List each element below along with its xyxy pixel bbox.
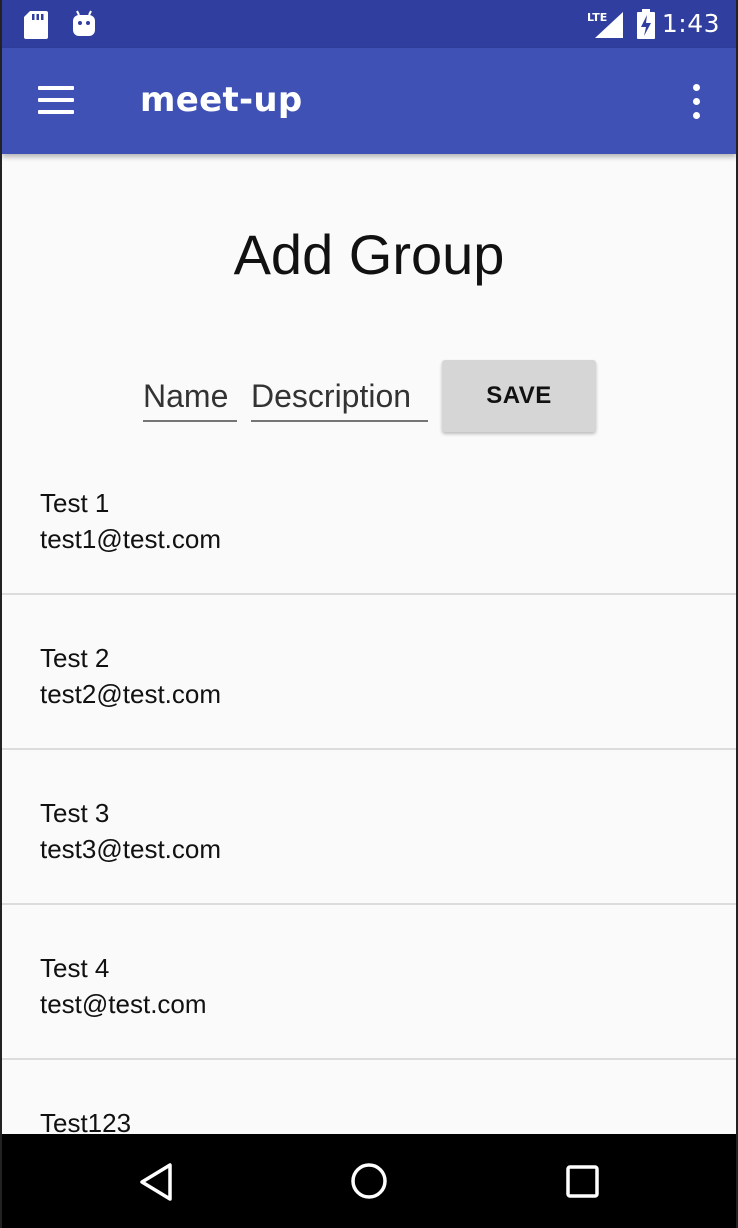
android-icon: [70, 10, 98, 42]
app-bar: meet-up: [2, 48, 736, 154]
sd-card-icon: [24, 11, 48, 43]
status-bar: LTE 1:43: [2, 0, 736, 48]
list-item[interactable]: Test 1 test1@test.com: [2, 440, 736, 595]
item-email: test3@test.com: [40, 834, 222, 864]
add-group-form: SAVE: [2, 360, 736, 432]
name-input[interactable]: [143, 374, 237, 418]
item-name: Test 4: [40, 953, 110, 983]
status-time: 1:43: [661, 9, 720, 38]
item-email: test@test.com: [40, 989, 207, 1019]
item-name: Test 3: [40, 798, 110, 828]
item-name: Test 1: [40, 488, 110, 518]
back-icon[interactable]: [126, 1154, 186, 1208]
item-name: Test 2: [40, 643, 110, 673]
list-item[interactable]: Test 3 test3@test.com: [2, 750, 736, 905]
item-email: test2@test.com: [40, 679, 222, 709]
lte-signal-icon: LTE: [585, 10, 625, 44]
app-screen: LTE 1:43 meet-up Add Group Name Descript…: [2, 0, 736, 1228]
battery-charging-icon: [636, 9, 656, 43]
more-vert-icon[interactable]: [676, 78, 716, 128]
description-input[interactable]: [251, 374, 428, 418]
home-icon[interactable]: [339, 1154, 399, 1208]
list-item[interactable]: Test 4 test@test.com: [2, 905, 736, 1060]
hamburger-menu-icon[interactable]: [24, 75, 86, 129]
network-type: LTE: [587, 11, 607, 24]
list-item[interactable]: Test 2 test2@test.com: [2, 595, 736, 750]
system-nav-bar: [2, 1134, 736, 1228]
app-title: meet-up: [140, 80, 303, 120]
save-button[interactable]: SAVE: [442, 360, 596, 432]
group-member-list: Test 1 test1@test.com Test 2 test2@test.…: [2, 440, 736, 1215]
description-field: [251, 374, 428, 422]
name-field: [143, 374, 237, 422]
recents-icon[interactable]: [552, 1154, 612, 1208]
page-title: Add Group: [233, 223, 505, 286]
main-content: Add Group SAVE Test 1 test1@test.com Tes…: [2, 154, 736, 1215]
item-email: test1@test.com: [40, 524, 222, 554]
